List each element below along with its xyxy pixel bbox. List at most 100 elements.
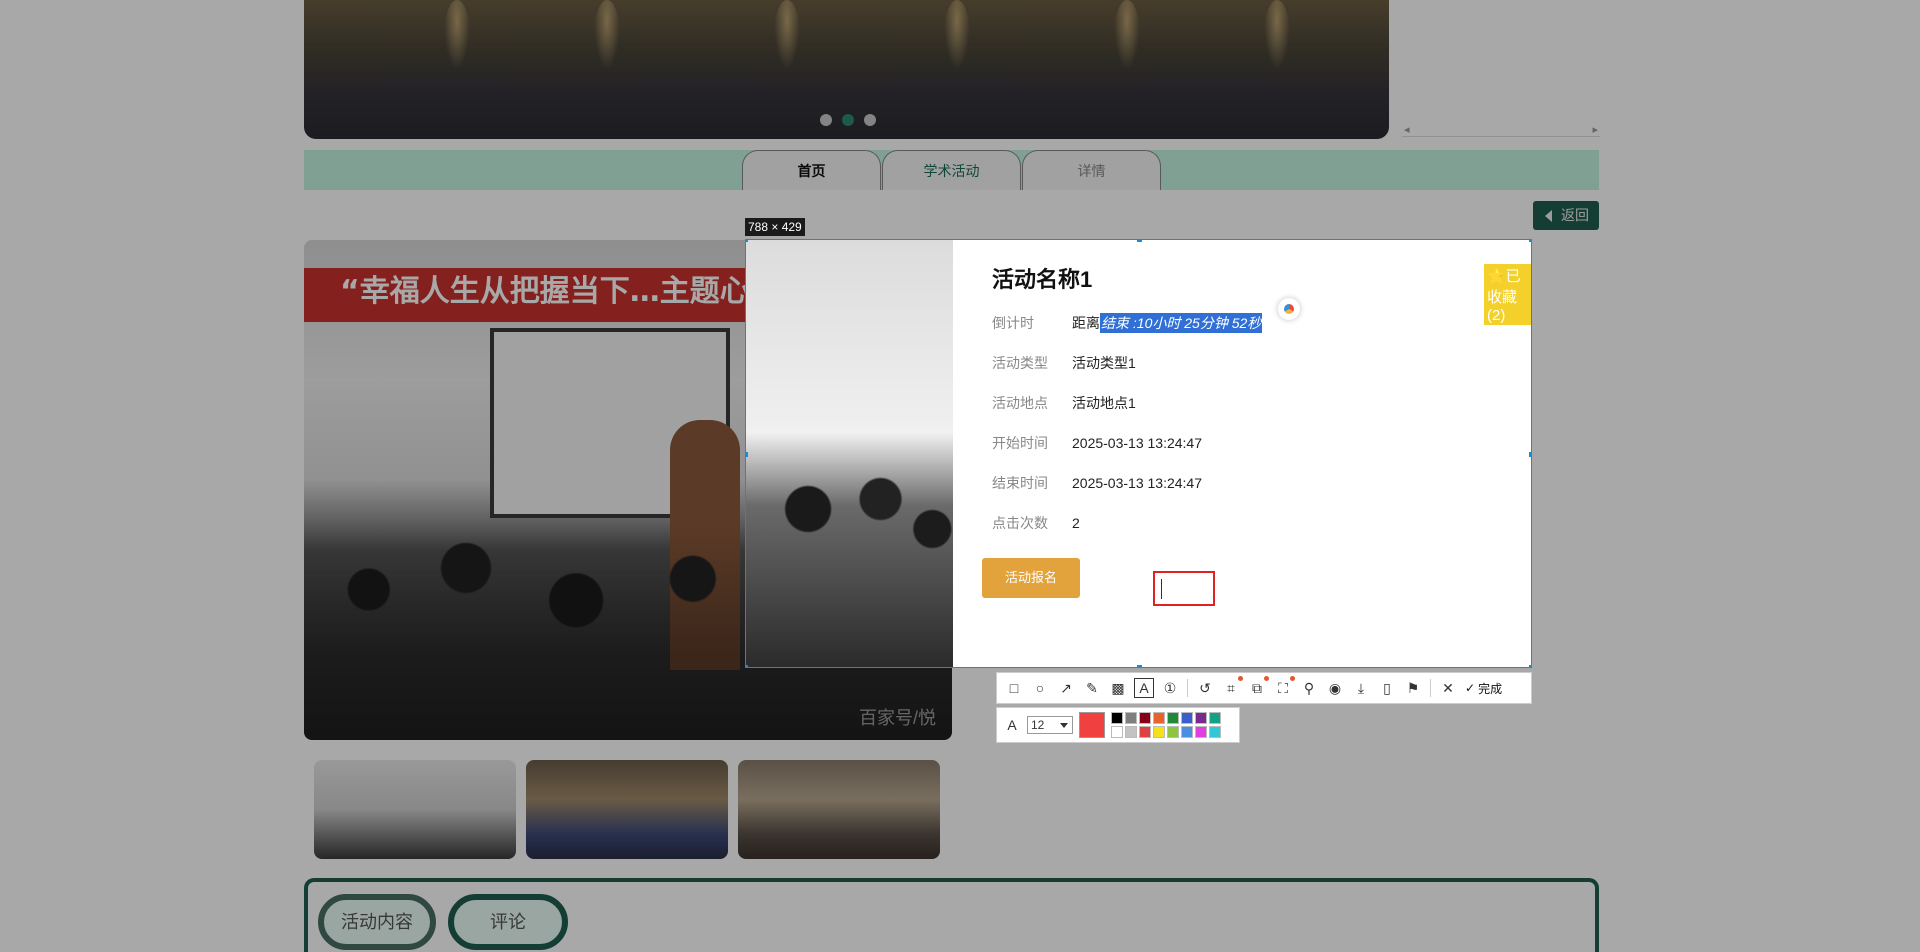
carousel-dot-active[interactable] xyxy=(842,114,854,126)
color-swatch[interactable] xyxy=(1153,712,1165,724)
color-swatch[interactable] xyxy=(1139,726,1151,738)
color-swatch[interactable] xyxy=(1153,726,1165,738)
clicks-value: 2 xyxy=(1072,515,1080,531)
place-label: 活动地点 xyxy=(992,395,1048,411)
resize-handle-sw[interactable] xyxy=(746,665,748,667)
bookmark-icon[interactable]: ⚑ xyxy=(1404,679,1422,697)
color-swatch[interactable] xyxy=(1209,726,1221,738)
type-label: 活动类型 xyxy=(992,355,1048,371)
font-icon: A xyxy=(1007,717,1017,733)
color-swatch[interactable] xyxy=(1111,726,1123,738)
arrow-icon[interactable]: ↗ xyxy=(1057,679,1075,697)
font-size-select[interactable]: 12 xyxy=(1027,716,1073,734)
color-swatch[interactable] xyxy=(1125,712,1137,724)
color-swatch[interactable] xyxy=(1167,726,1179,738)
signup-button[interactable]: 活动报名 xyxy=(982,558,1080,598)
resize-handle-n[interactable] xyxy=(1137,240,1142,242)
assistant-float-icon[interactable] xyxy=(1278,298,1300,320)
favorite-badge[interactable]: ⭐已收藏(2) xyxy=(1484,264,1531,325)
carousel-dot[interactable] xyxy=(864,114,876,126)
scan-icon[interactable]: ⌗ xyxy=(1222,676,1243,697)
resize-handle-se[interactable] xyxy=(1529,665,1531,667)
banner-light xyxy=(1264,0,1290,70)
current-color-swatch[interactable] xyxy=(1079,712,1105,738)
place-value: 活动地点1 xyxy=(1072,395,1136,411)
banner-light xyxy=(1114,0,1140,70)
banner-light xyxy=(944,0,970,70)
done-button[interactable]: ✓ 完成 xyxy=(1465,680,1502,697)
activity-title: 活动名称1 xyxy=(992,267,1093,292)
ocr-icon[interactable]: ⧉ xyxy=(1248,676,1269,697)
clicks-label: 点击次数 xyxy=(992,515,1048,531)
undo-icon[interactable]: ↺ xyxy=(1196,679,1214,697)
thumbnail-1[interactable] xyxy=(314,760,516,859)
color-swatch[interactable] xyxy=(1195,712,1207,724)
badge-dot xyxy=(1264,676,1269,681)
start-time-value: 2025-03-13 13:24:47 xyxy=(1072,435,1202,451)
resize-handle-ne[interactable] xyxy=(1529,240,1531,242)
toolbar-divider xyxy=(1430,679,1431,697)
countdown-selected-text[interactable]: 结束 :10小时 25分钟 52秒 xyxy=(1100,313,1263,333)
countdown-row: 倒计时 距离结束 :10小时 25分钟 52秒 xyxy=(992,313,1263,333)
scroll-left-icon[interactable]: ◂ xyxy=(1404,123,1410,136)
annotation-text-box[interactable] xyxy=(1153,571,1215,606)
countdown-prefix: 距离 xyxy=(1072,315,1100,331)
download-icon[interactable]: ⤓ xyxy=(1352,679,1370,697)
color-swatch[interactable] xyxy=(1209,712,1221,724)
pen-icon[interactable]: ✎ xyxy=(1083,679,1101,697)
color-palette xyxy=(1111,712,1221,738)
mosaic-icon[interactable]: ▩ xyxy=(1109,679,1127,697)
color-swatch[interactable] xyxy=(1181,712,1193,724)
resize-handle-s[interactable] xyxy=(1137,665,1142,667)
end-time-label: 结束时间 xyxy=(992,475,1048,491)
text-icon[interactable]: A xyxy=(1134,678,1154,698)
thumbnail-2[interactable] xyxy=(526,760,728,859)
color-swatch[interactable] xyxy=(1181,726,1193,738)
selection-size-label: 788 × 429 xyxy=(745,218,805,236)
nav-tabbar: 首页 学术活动 详情 xyxy=(304,150,1599,190)
screenshot-selection[interactable]: 活动名称1 ⭐已收藏(2) 倒计时 距离结束 :10小时 25分钟 52秒 活动类… xyxy=(745,239,1532,668)
color-swatch[interactable] xyxy=(1139,712,1151,724)
end-time-row: 结束时间 2025-03-13 13:24:47 xyxy=(992,473,1202,493)
type-value: 活动类型1 xyxy=(1072,355,1136,371)
start-time-row: 开始时间 2025-03-13 13:24:47 xyxy=(992,433,1202,453)
tab-home[interactable]: 首页 xyxy=(742,150,881,190)
color-swatch[interactable] xyxy=(1195,726,1207,738)
tab-academic[interactable]: 学术活动 xyxy=(882,150,1021,190)
color-swatch[interactable] xyxy=(1125,726,1137,738)
close-icon[interactable]: ✕ xyxy=(1439,679,1457,697)
check-icon: ✓ xyxy=(1465,681,1476,695)
tab-detail[interactable]: 详情 xyxy=(1022,150,1161,190)
photo-watermark: 百家号/悦 xyxy=(858,708,936,728)
rectangle-icon[interactable]: □ xyxy=(1005,679,1023,697)
content-panel: 活动内容 评论 xyxy=(304,878,1599,952)
place-row: 活动地点 活动地点1 xyxy=(992,393,1136,413)
banner-light xyxy=(594,0,620,70)
type-row: 活动类型 活动类型1 xyxy=(992,353,1136,373)
clicks-row: 点击次数 2 xyxy=(992,513,1080,533)
resize-handle-nw[interactable] xyxy=(746,240,748,242)
carousel-dots xyxy=(820,114,876,126)
color-swatch[interactable] xyxy=(1111,712,1123,724)
side-scrollbar[interactable]: ◂ ▸ xyxy=(1402,123,1600,137)
pin-icon[interactable]: ⚲ xyxy=(1300,679,1318,697)
tab-comments[interactable]: 评论 xyxy=(448,894,568,950)
ellipse-icon[interactable]: ○ xyxy=(1031,679,1049,697)
scroll-right-icon[interactable]: ▸ xyxy=(1592,123,1598,136)
tab-activity-content[interactable]: 活动内容 xyxy=(318,894,436,950)
resize-handle-w[interactable] xyxy=(746,452,748,457)
phone-icon[interactable]: ▯ xyxy=(1378,679,1396,697)
back-button[interactable]: 返回 xyxy=(1533,201,1599,230)
banner-light xyxy=(444,0,470,70)
record-icon[interactable]: ◉ xyxy=(1326,679,1344,697)
thumbnail-3[interactable] xyxy=(738,760,940,859)
countdown-label: 倒计时 xyxy=(992,315,1034,331)
color-swatch[interactable] xyxy=(1167,712,1179,724)
crop-icon[interactable]: ⛶ xyxy=(1274,676,1295,697)
banner-carousel[interactable] xyxy=(304,0,1389,139)
resize-handle-e[interactable] xyxy=(1529,452,1531,457)
banner-light xyxy=(774,0,800,70)
back-button-label: 返回 xyxy=(1561,207,1589,223)
carousel-dot[interactable] xyxy=(820,114,832,126)
number-icon[interactable]: ① xyxy=(1161,679,1179,697)
